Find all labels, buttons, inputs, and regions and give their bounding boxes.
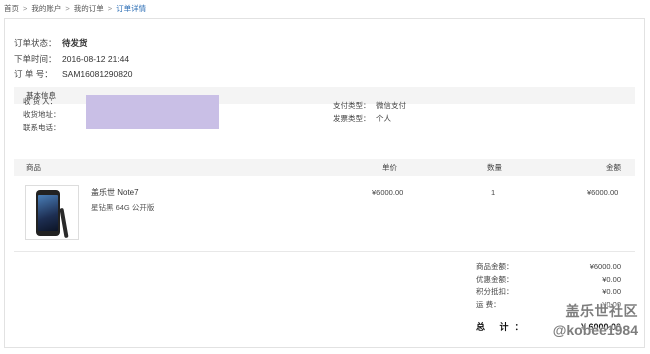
pay-type-value: 微信支付: [376, 101, 406, 110]
order-number-label: 订 单 号：: [14, 69, 53, 79]
order-number-row: 订 单 号： SAM16081290820: [14, 67, 132, 83]
col-price: 单价: [382, 163, 397, 172]
col-amount: 金额: [606, 163, 621, 172]
phone-graphic: [36, 190, 60, 236]
breadcrumb-account-link[interactable]: 我的账户: [31, 4, 61, 13]
order-number-value: SAM16081290820: [62, 69, 133, 79]
product-spec: 星钻黑 64G 公开版: [91, 203, 155, 212]
order-time-value: 2016-08-12 21:44: [62, 53, 130, 64]
invoice-type-row: 发票类型： 个人: [333, 112, 406, 125]
pay-type-row: 支付类型： 微信支付: [333, 99, 406, 112]
breadcrumb-current: 订单详情: [116, 4, 147, 13]
grand-total-label: 总 计：: [476, 322, 530, 333]
breadcrumb-home-link[interactable]: 首页: [4, 4, 19, 13]
payment-info: 支付类型： 微信支付 发票类型： 个人: [333, 99, 406, 125]
invoice-type-value: 个人: [376, 114, 391, 123]
discount-value: ¥0.00: [602, 274, 621, 284]
product-quantity: 1: [491, 188, 496, 197]
breadcrumb-separator: >: [65, 4, 70, 13]
col-quantity: 数量: [487, 163, 502, 172]
discount-label: 优惠金额：: [476, 274, 514, 284]
stylus-graphic: [59, 207, 69, 239]
order-status-row: 订单状态： 待发货: [14, 36, 132, 52]
shipping-label: 运 费：: [476, 299, 501, 309]
col-product: 商品: [26, 163, 41, 172]
product-amount: ¥6000.00: [587, 188, 619, 197]
watermark-username: @kobee1984: [552, 322, 638, 338]
invoice-type-label: 发票类型：: [333, 114, 371, 123]
points-value: ¥0.00: [602, 287, 621, 297]
discount-row: 优惠金额： ¥0.00: [476, 274, 621, 287]
receiver-label: 收 货 人：: [23, 97, 58, 106]
breadcrumb-separator: >: [107, 4, 113, 13]
points-label: 积分抵扣：: [476, 287, 514, 297]
order-status-value: 待发货: [62, 38, 88, 48]
product-price: ¥6000.00: [372, 188, 404, 197]
breadcrumb-orders-link[interactable]: 我的订单: [74, 4, 104, 13]
order-time-label: 下单时间：: [14, 53, 57, 64]
breadcrumb: 首页 > 我的账户 > 我的订单 > 订单详情: [4, 3, 146, 14]
breadcrumb-separator: >: [23, 4, 28, 13]
goods-amount-label: 商品金额：: [476, 262, 514, 271]
order-status-label: 订单状态：: [14, 38, 57, 48]
product-image[interactable]: [25, 185, 79, 240]
receiver-info: 收 货 人： 收货地址： 联系电话：: [23, 95, 61, 134]
order-summary: 订单状态： 待发货 下单时间： 2016-08-12 21:44 订 单 号： …: [14, 36, 132, 83]
order-time-row: 下单时间： 2016-08-12 21:44: [14, 52, 132, 68]
redacted-contact-info: [86, 95, 219, 129]
phone-label: 联系电话：: [23, 123, 61, 132]
goods-amount-row: 商品金额： ¥6000.00: [476, 261, 621, 274]
product-name-link[interactable]: 盖乐世 Note7: [91, 187, 139, 198]
address-label: 收货地址：: [23, 110, 61, 119]
order-detail-panel: 订单状态： 待发货 下单时间： 2016-08-12 21:44 订 单 号： …: [4, 18, 645, 348]
goods-amount-value: ¥6000.00: [589, 262, 621, 271]
pay-type-label: 支付类型：: [333, 101, 371, 110]
section-divider: [14, 251, 635, 252]
points-row: 积分抵扣： ¥0.00: [476, 286, 621, 299]
watermark-logo-text: 盖乐世社区: [565, 303, 638, 319]
goods-table-header: 商品 单价 数量 金额: [14, 159, 635, 176]
